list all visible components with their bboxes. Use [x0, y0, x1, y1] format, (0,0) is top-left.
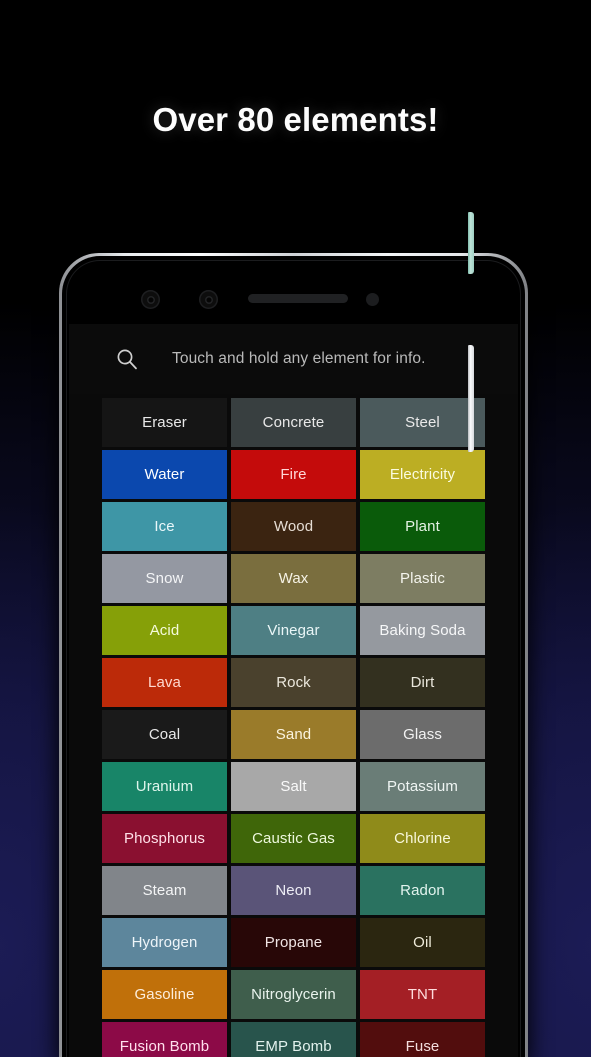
element-tile[interactable]: Plant [360, 502, 485, 551]
phone-sensor-bar [62, 282, 525, 316]
phone-screen: EraserConcreteSteel WaterFireElectricity I… [69, 324, 518, 1057]
element-tile[interactable]: Steam [102, 866, 227, 915]
element-tile[interactable]: Radon [360, 866, 485, 915]
power-button[interactable] [468, 345, 474, 452]
element-tile[interactable]: Lava [102, 658, 227, 707]
element-tile[interactable]: Wax [231, 554, 356, 603]
phone-mockup: EraserConcreteSteel WaterFireElectricity I… [59, 253, 528, 1057]
element-tile[interactable]: Oil [360, 918, 485, 967]
element-tile[interactable]: EMP Bomb [231, 1022, 356, 1057]
element-tile[interactable]: Salt [231, 762, 356, 811]
element-tile[interactable]: Coal [102, 710, 227, 759]
element-tile[interactable]: Fuse [360, 1022, 485, 1057]
element-tile[interactable]: TNT [360, 970, 485, 1019]
page-title: Over 80 elements! [152, 101, 439, 138]
element-tile[interactable]: Glass [360, 710, 485, 759]
volume-button[interactable] [468, 212, 474, 274]
element-tile[interactable]: Caustic Gas [231, 814, 356, 863]
search-bar[interactable] [69, 324, 518, 394]
element-tile[interactable]: Baking Soda [360, 606, 485, 655]
element-tile[interactable]: Phosphorus [102, 814, 227, 863]
element-tile[interactable]: Propane [231, 918, 356, 967]
element-tile[interactable]: Potassium [360, 762, 485, 811]
element-tile[interactable]: Chlorine [360, 814, 485, 863]
element-tile[interactable]: Steel [360, 398, 485, 447]
element-tile[interactable]: Uranium [102, 762, 227, 811]
element-tile[interactable]: Gasoline [102, 970, 227, 1019]
element-tile[interactable]: Ice [102, 502, 227, 551]
element-tile[interactable]: Fusion Bomb [102, 1022, 227, 1057]
phone-body: EraserConcreteSteel WaterFireElectricity I… [62, 256, 525, 1057]
element-tile[interactable]: Concrete [231, 398, 356, 447]
search-icon[interactable] [115, 347, 139, 371]
proximity-sensor-icon [366, 293, 379, 306]
element-grid: Eraser Concrete Steel Water Fire Electricity I… [102, 398, 485, 1057]
element-tile[interactable]: Eraser [102, 398, 227, 447]
speaker-grille-icon [248, 294, 348, 303]
element-tile[interactable]: Hydrogen [102, 918, 227, 967]
camera-sensor-icon [199, 290, 218, 309]
element-tile[interactable]: Sand [231, 710, 356, 759]
element-tile[interactable]: Plastic [360, 554, 485, 603]
search-input[interactable] [172, 350, 518, 368]
element-tile[interactable]: Rock [231, 658, 356, 707]
element-tile[interactable]: Snow [102, 554, 227, 603]
element-tile[interactable]: Acid [102, 606, 227, 655]
element-tile[interactable]: Vinegar [231, 606, 356, 655]
element-tile[interactable]: Electricity [360, 450, 485, 499]
element-tile[interactable]: Dirt [360, 658, 485, 707]
element-tile[interactable]: Neon [231, 866, 356, 915]
element-tile[interactable]: Water [102, 450, 227, 499]
element-tile[interactable]: Fire [231, 450, 356, 499]
camera-sensor-icon [141, 290, 160, 309]
element-tile[interactable]: Wood [231, 502, 356, 551]
element-tile[interactable]: Nitroglycerin [231, 970, 356, 1019]
